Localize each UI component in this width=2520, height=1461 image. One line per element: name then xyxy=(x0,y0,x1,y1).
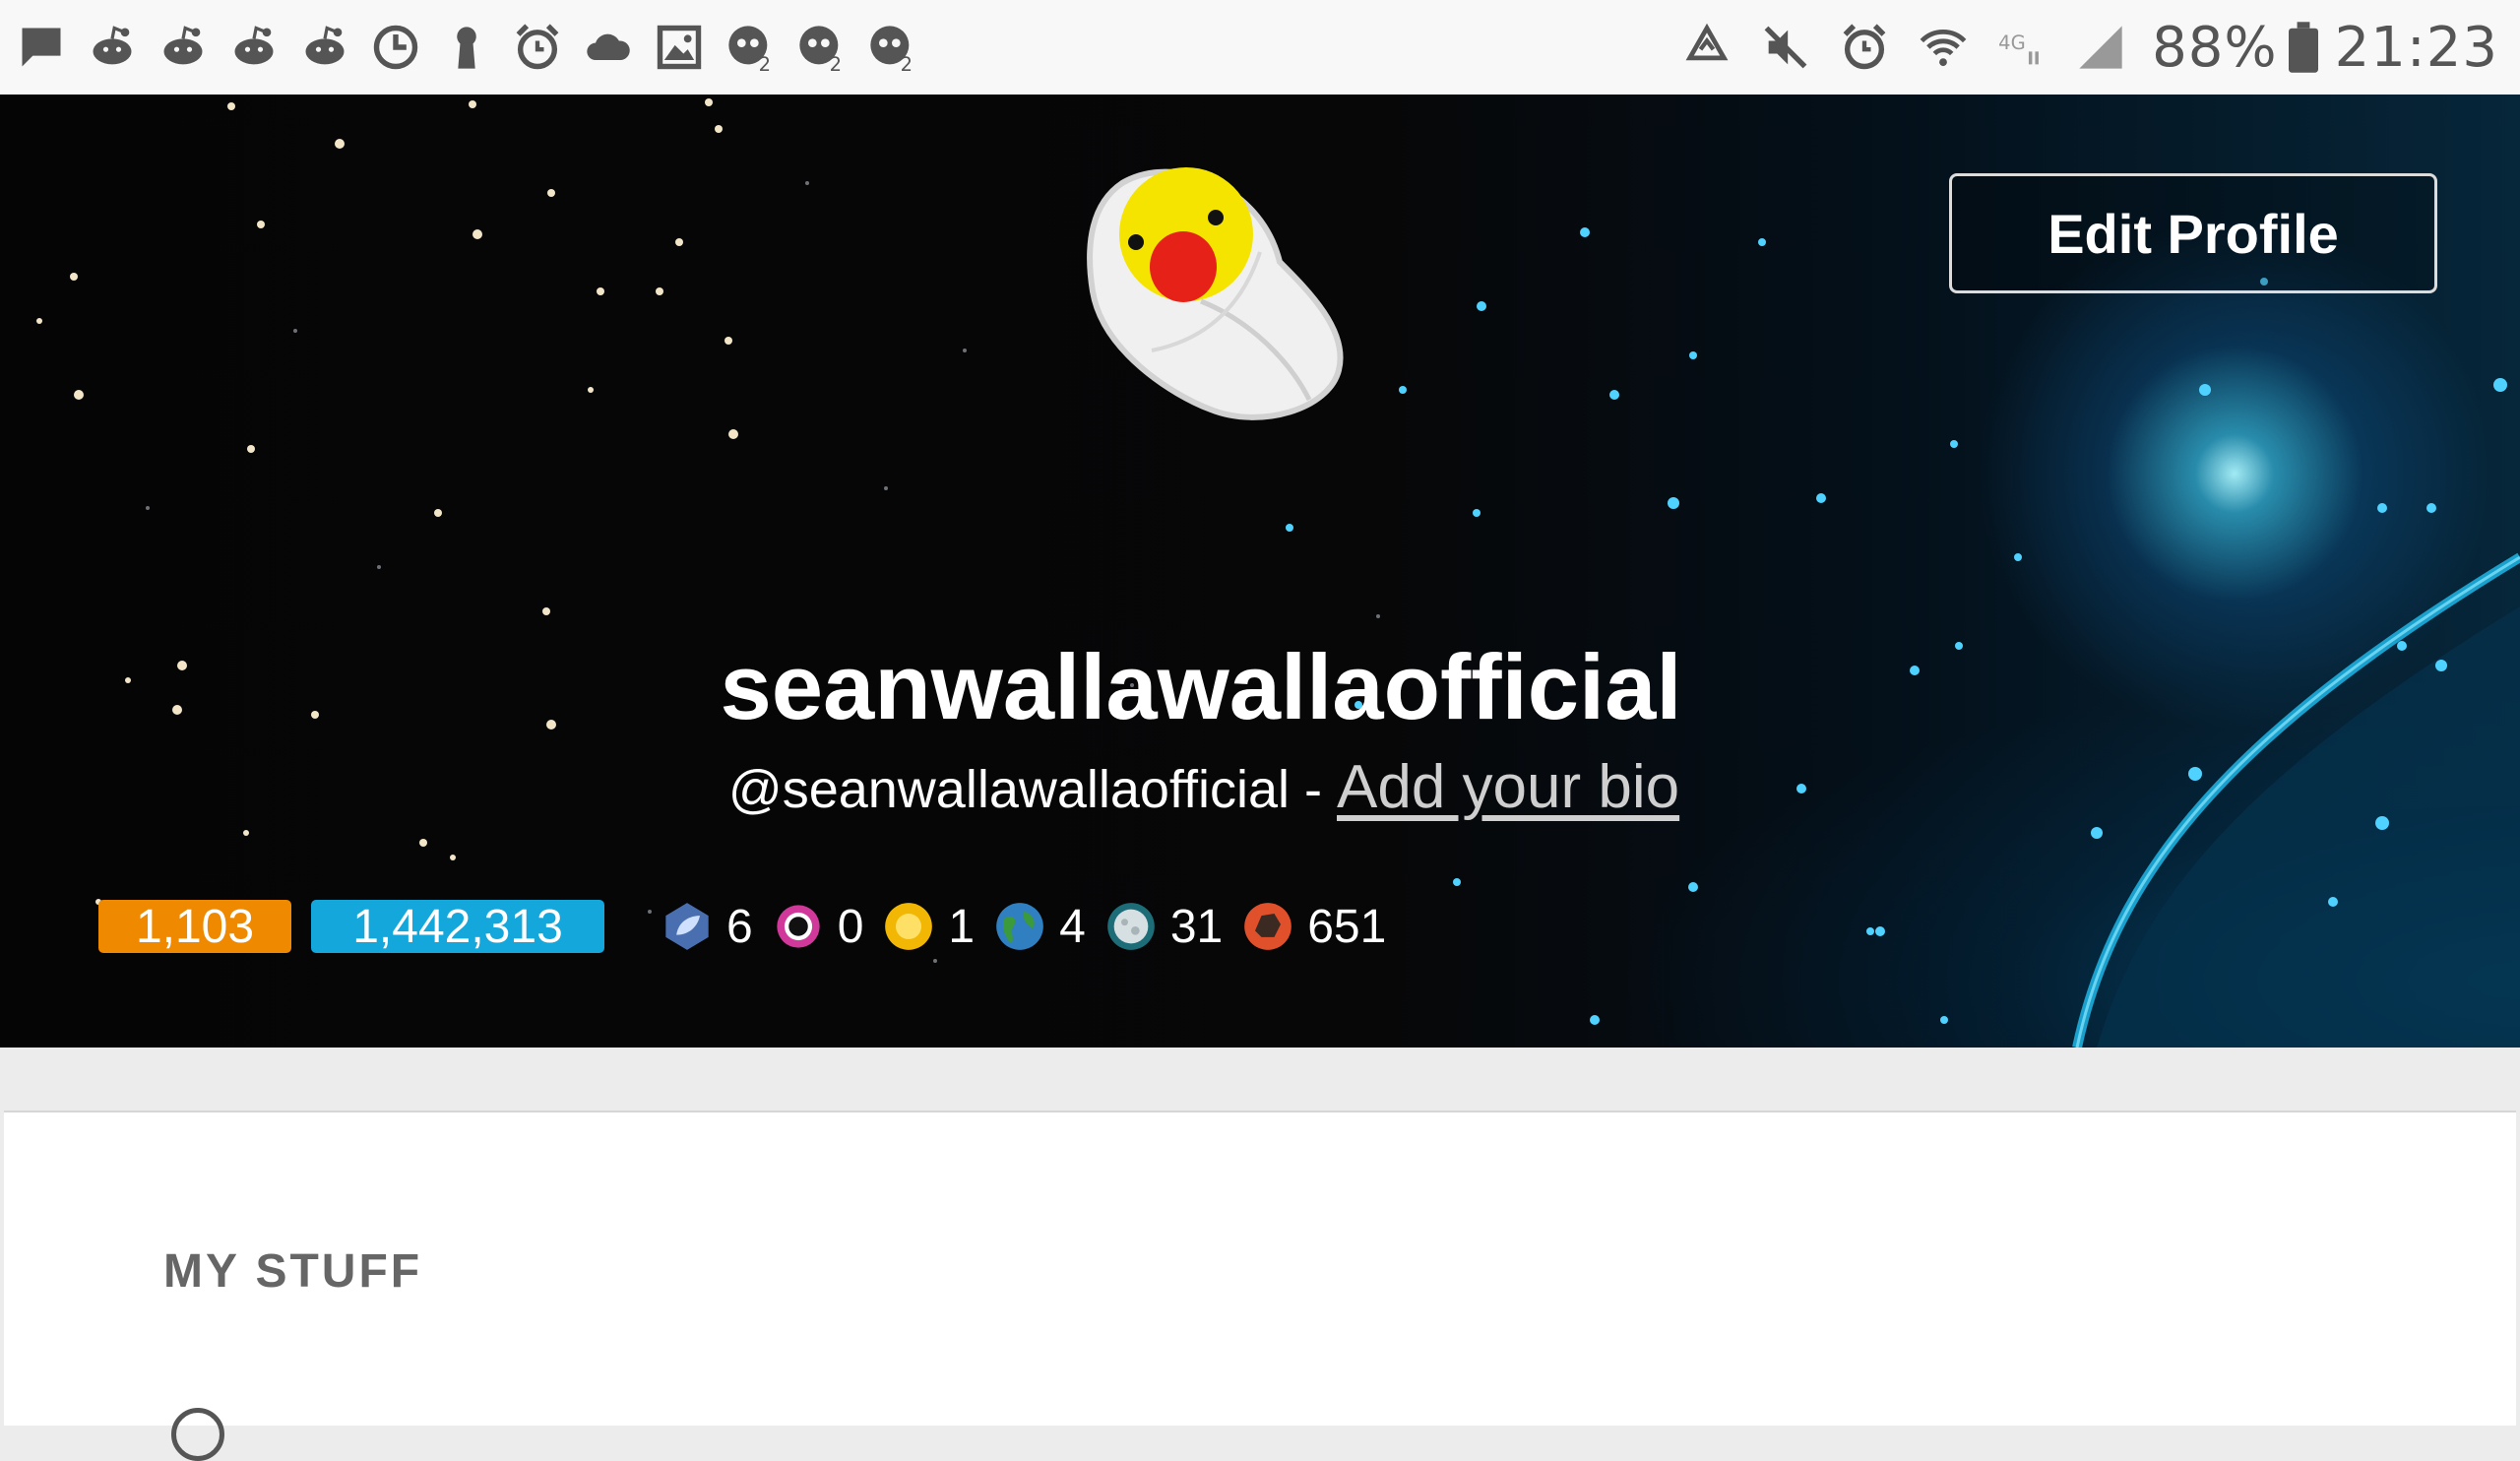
sun-badge-icon xyxy=(885,903,933,950)
credits-badge: 1,442,313 xyxy=(311,900,604,953)
robot-notification-icon: 2 xyxy=(723,20,778,75)
cloud-icon xyxy=(581,20,636,75)
battery-icon xyxy=(2286,20,2321,75)
stat-rock: 651 xyxy=(1242,900,1386,954)
separator: - xyxy=(1290,760,1337,819)
stat-ring-value: 0 xyxy=(837,900,864,953)
robot-notification-icon: 2 xyxy=(864,20,919,75)
profile-header: Edit Profile seanwallawallaofficial @sea… xyxy=(0,95,2520,1048)
rock-badge-icon xyxy=(1244,903,1292,950)
trophy-stats: 6 0 1 4 31 651 xyxy=(662,896,1406,957)
reddit-icon xyxy=(297,20,352,75)
notification-icons: 2 2 2 xyxy=(14,20,935,75)
display-name: seanwallawallaofficial xyxy=(720,635,1682,738)
username-handle: @seanwallawallaofficial xyxy=(727,760,1290,819)
content-panel: MY STUFF xyxy=(4,1111,2516,1461)
message-icon xyxy=(14,20,69,75)
reddit-icon xyxy=(85,20,140,75)
alarm-icon xyxy=(510,20,565,75)
ring-badge-icon xyxy=(777,905,820,948)
svg-text:2: 2 xyxy=(759,53,771,73)
leaf-badge-icon xyxy=(665,903,709,950)
karma-badge: 1,103 xyxy=(98,900,291,953)
svg-text:4G: 4G xyxy=(1998,32,2026,54)
recycle-icon xyxy=(1679,20,1734,75)
status-bar: 2 2 2 4G 88% 21:23 xyxy=(0,0,2520,95)
wifi-icon xyxy=(1916,20,1971,75)
section-title: MY STUFF xyxy=(163,1245,423,1298)
stat-moon-value: 31 xyxy=(1169,900,1224,953)
clock-time: 21:23 xyxy=(2334,15,2498,80)
system-icons: 4G 88% 21:23 xyxy=(1668,16,2498,80)
4g-icon: 4G xyxy=(1994,20,2049,75)
moon-badge-icon xyxy=(1106,903,1155,950)
alarm-icon xyxy=(1837,20,1892,75)
stat-leaf: 6 xyxy=(662,900,753,954)
robot-notification-icon: 2 xyxy=(793,20,849,75)
baby-snoo-icon xyxy=(1087,167,1344,420)
earth-badge-icon xyxy=(996,903,1043,950)
battery-percent: 88% xyxy=(2152,15,2278,80)
clock-icon xyxy=(368,20,423,75)
stat-leaf-value: 6 xyxy=(726,900,753,953)
reddit-icon xyxy=(156,20,211,75)
avatar[interactable] xyxy=(1063,144,1358,439)
stat-moon: 31 xyxy=(1105,900,1223,954)
profile-subline: @seanwallawallaofficial - Add your bio xyxy=(0,752,2408,822)
stat-ring: 0 xyxy=(773,900,864,954)
add-bio-link[interactable]: Add your bio xyxy=(1337,753,1679,821)
svg-text:2: 2 xyxy=(830,53,842,73)
svg-text:2: 2 xyxy=(901,53,913,73)
image-icon xyxy=(652,20,707,75)
stat-rock-value: 651 xyxy=(1307,900,1387,953)
profile-icon xyxy=(171,1408,224,1461)
reddit-icon xyxy=(226,20,282,75)
stat-earth-value: 4 xyxy=(1059,900,1086,953)
keyhole-icon xyxy=(439,20,494,75)
stat-sun-value: 1 xyxy=(948,900,976,953)
mute-icon xyxy=(1758,20,1813,75)
stat-earth: 4 xyxy=(994,900,1086,954)
signal-icon xyxy=(2073,20,2128,75)
edit-profile-button[interactable]: Edit Profile xyxy=(1949,173,2437,293)
stat-sun: 1 xyxy=(883,900,975,954)
